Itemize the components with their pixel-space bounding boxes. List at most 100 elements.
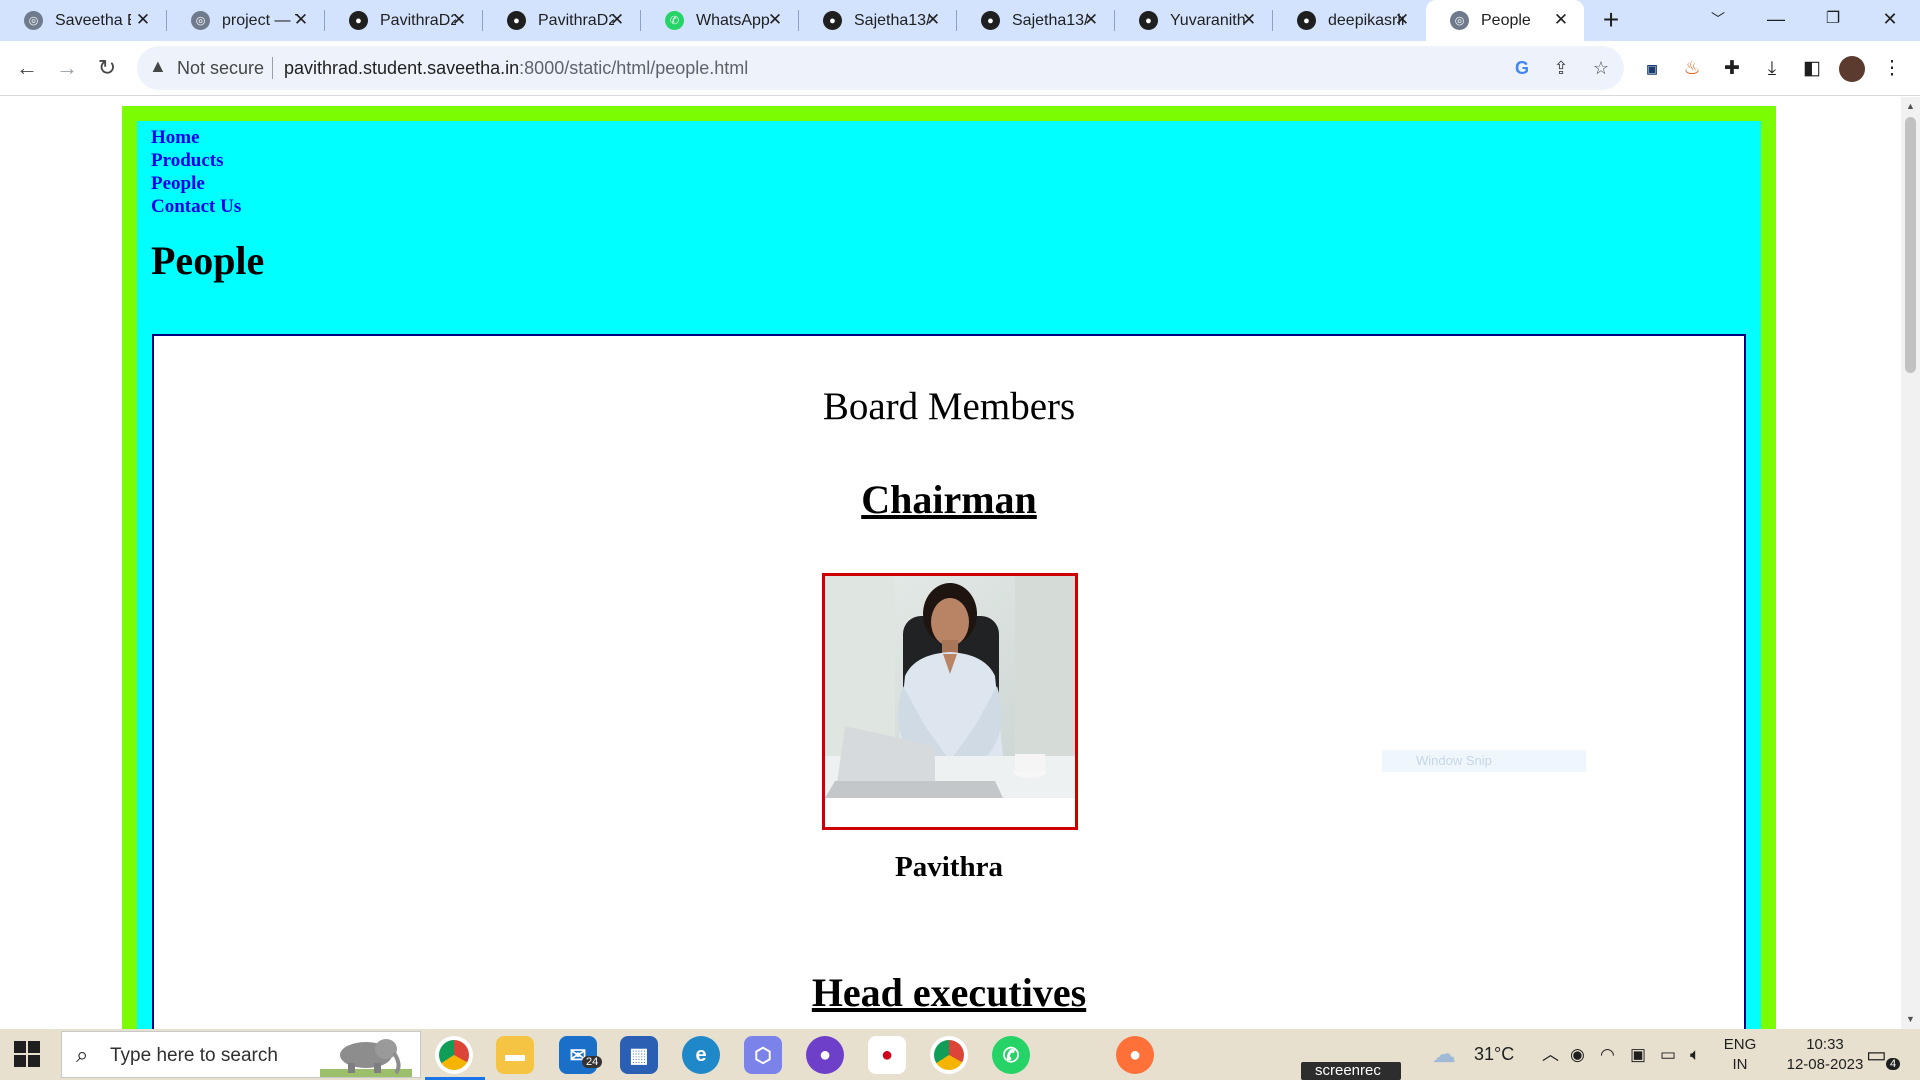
head-executives-heading: Head executives xyxy=(811,970,1087,1015)
presentation-icon[interactable]: ● xyxy=(868,1036,906,1074)
chairman-name: Pavithra xyxy=(895,851,1003,883)
browser-tab[interactable]: ● Yuvaranithu ✕ xyxy=(1115,0,1272,41)
globe-icon: ◎ xyxy=(1450,11,1469,30)
screenrec-label[interactable]: screenrec xyxy=(1301,1062,1401,1080)
github-icon: ● xyxy=(1139,11,1158,30)
side-panel-icon[interactable]: ◧ xyxy=(1797,54,1827,84)
close-icon[interactable]: ✕ xyxy=(1393,11,1411,29)
close-icon[interactable]: ✕ xyxy=(292,11,310,29)
github-icon: ● xyxy=(823,11,842,30)
reload-icon[interactable]: ↻ xyxy=(90,51,124,85)
taskbar-search-box[interactable]: ⌕ Type here to search xyxy=(61,1031,421,1078)
browser-tab[interactable]: ● PavithraD22 ✕ xyxy=(325,0,482,41)
browser-tab[interactable]: ● Sajetha13/c ✕ xyxy=(957,0,1114,41)
wifi-icon[interactable]: ◠ xyxy=(1600,1029,1615,1080)
nav-link-contact-us[interactable]: Contact Us xyxy=(151,195,241,218)
search-highlight-elephant-icon xyxy=(320,1039,412,1077)
url-host: pavithrad.student.saveetha.in xyxy=(284,58,520,78)
profile-avatar[interactable] xyxy=(1837,54,1867,84)
bookmark-star-icon[interactable]: ☆ xyxy=(1588,55,1614,81)
download-icon[interactable]: ⤓ xyxy=(1757,54,1787,84)
weather-cloud-icon[interactable]: ☁ xyxy=(1432,1029,1456,1080)
scrollbar-thumb[interactable] xyxy=(1905,117,1916,373)
mail-icon[interactable]: ✉ xyxy=(559,1036,597,1074)
battery-icon[interactable]: ▭ xyxy=(1660,1029,1676,1080)
notifications-icon[interactable]: ▭ xyxy=(1866,1029,1887,1080)
share-icon[interactable]: ⇪ xyxy=(1548,55,1574,81)
microsoft-store-icon[interactable]: ▦ xyxy=(620,1036,658,1074)
browser-tab[interactable]: ● PavithraD22 ✕ xyxy=(483,0,640,41)
close-icon[interactable]: ✕ xyxy=(924,11,942,29)
search-icon: ⌕ xyxy=(76,1042,89,1067)
extension-news-icon[interactable]: ▣ xyxy=(1637,54,1667,84)
url-text[interactable]: pavithrad.student.saveetha.in:8000/stati… xyxy=(284,58,748,79)
nav-link-products[interactable]: Products xyxy=(151,149,241,172)
close-icon[interactable]: ✕ xyxy=(766,11,784,29)
file-explorer-icon[interactable]: ▬ xyxy=(496,1036,534,1074)
show-hidden-icons-chevron[interactable]: ︿ xyxy=(1542,1029,1559,1080)
windows-taskbar: ⌕ Type here to search ▬ ✉ 24 ▦ e ⬡ ● ● ✆… xyxy=(0,1029,1920,1080)
close-icon[interactable]: ✕ xyxy=(1552,11,1570,29)
meet-now-icon[interactable]: ▣ xyxy=(1630,1029,1646,1080)
content-box: Board Members Chairman Pavithra Window S… xyxy=(152,334,1746,1029)
menu-kebab-icon[interactable]: ⋮ xyxy=(1877,54,1907,84)
new-tab-button[interactable]: + xyxy=(1596,6,1626,36)
browser-tab[interactable]: ◎ project — Top ✕ xyxy=(167,0,324,41)
firefox-icon[interactable]: ● xyxy=(1116,1036,1154,1074)
chrome-icon[interactable] xyxy=(930,1036,968,1074)
close-icon[interactable]: ✕ xyxy=(608,11,626,29)
windows-start-icon[interactable] xyxy=(14,1041,40,1067)
address-bar[interactable]: ▲ Not secure pavithrad.student.saveetha.… xyxy=(137,46,1624,90)
tab-search-icon[interactable]: ﹀ xyxy=(1690,0,1746,41)
tab-title: Yuvaranithu xyxy=(1170,11,1246,29)
github-desktop-icon[interactable]: ● xyxy=(806,1036,844,1074)
input-language[interactable]: ENG IN xyxy=(1722,1035,1758,1080)
taskbar-chrome-profile-icon[interactable] xyxy=(435,1036,473,1074)
language-code: ENG xyxy=(1723,1036,1757,1053)
minimize-icon[interactable]: — xyxy=(1748,0,1804,41)
clock-date: 12-08-2023 xyxy=(1786,1056,1864,1073)
page-title: People xyxy=(151,238,265,283)
window-close-icon[interactable]: ✕ xyxy=(1862,0,1918,41)
security-label[interactable]: Not secure xyxy=(177,58,264,79)
browser-tab-active[interactable]: ◎ People ✕ xyxy=(1426,0,1584,41)
browser-tab[interactable]: ✆ WhatsApp ✕ xyxy=(641,0,798,41)
clock[interactable]: 10:33 12-08-2023 xyxy=(1770,1035,1880,1080)
tray-app-icon[interactable]: ◉ xyxy=(1570,1029,1585,1080)
mail-badge: 24 xyxy=(582,1056,603,1068)
tab-title: project — Top xyxy=(222,11,298,29)
forward-icon[interactable]: → xyxy=(50,51,84,85)
whatsapp-icon[interactable]: ✆ xyxy=(992,1036,1030,1074)
warning-icon[interactable]: ▲ xyxy=(149,56,167,77)
url-path: :8000/static/html/people.html xyxy=(519,58,749,78)
weather-temperature[interactable]: 31°C xyxy=(1474,1029,1514,1080)
nav-link-home[interactable]: Home xyxy=(151,126,241,149)
scroll-up-icon[interactable]: ▲ xyxy=(1906,101,1915,111)
page-scrollbar[interactable]: ▲ ▼ xyxy=(1901,97,1920,1029)
close-icon[interactable]: ✕ xyxy=(134,11,152,29)
edge-icon[interactable]: e xyxy=(682,1036,720,1074)
browser-tab[interactable]: ◎ Saveetha Engineering ✕ xyxy=(0,0,166,41)
google-lens-icon[interactable]: G xyxy=(1509,55,1535,81)
app-hex-icon[interactable]: ⬡ xyxy=(744,1036,782,1074)
extension-fire-icon[interactable]: ♨ xyxy=(1677,54,1707,84)
browser-tab[interactable]: ● deepikasrin ✕ xyxy=(1273,0,1425,41)
tab-title: WhatsApp xyxy=(696,11,770,29)
chairman-photo xyxy=(822,573,1078,830)
close-icon[interactable]: ✕ xyxy=(1082,11,1100,29)
github-icon: ● xyxy=(1297,11,1316,30)
browser-tab[interactable]: ● Sajetha13/p ✕ xyxy=(799,0,956,41)
site-header-area: Home Products People Contact Us People B… xyxy=(137,121,1761,1029)
volume-icon[interactable]: 🔈︎ xyxy=(1690,1029,1700,1080)
close-icon[interactable]: ✕ xyxy=(1240,11,1258,29)
browser-toolbar: ← → ↻ ▲ Not secure pavithrad.student.sav… xyxy=(0,41,1920,96)
window-snip-overlay: Window Snip xyxy=(1382,750,1586,772)
restore-icon[interactable]: ❐ xyxy=(1805,0,1861,41)
nav-link-people[interactable]: People xyxy=(151,172,241,195)
back-icon[interactable]: ← xyxy=(10,51,44,85)
tab-title: PavithraD22 xyxy=(538,11,614,29)
scroll-down-icon[interactable]: ▼ xyxy=(1906,1014,1915,1024)
close-icon[interactable]: ✕ xyxy=(450,11,468,29)
extensions-puzzle-icon[interactable]: ✚ xyxy=(1717,54,1747,84)
site-outer-border: Home Products People Contact Us People B… xyxy=(122,106,1776,1029)
